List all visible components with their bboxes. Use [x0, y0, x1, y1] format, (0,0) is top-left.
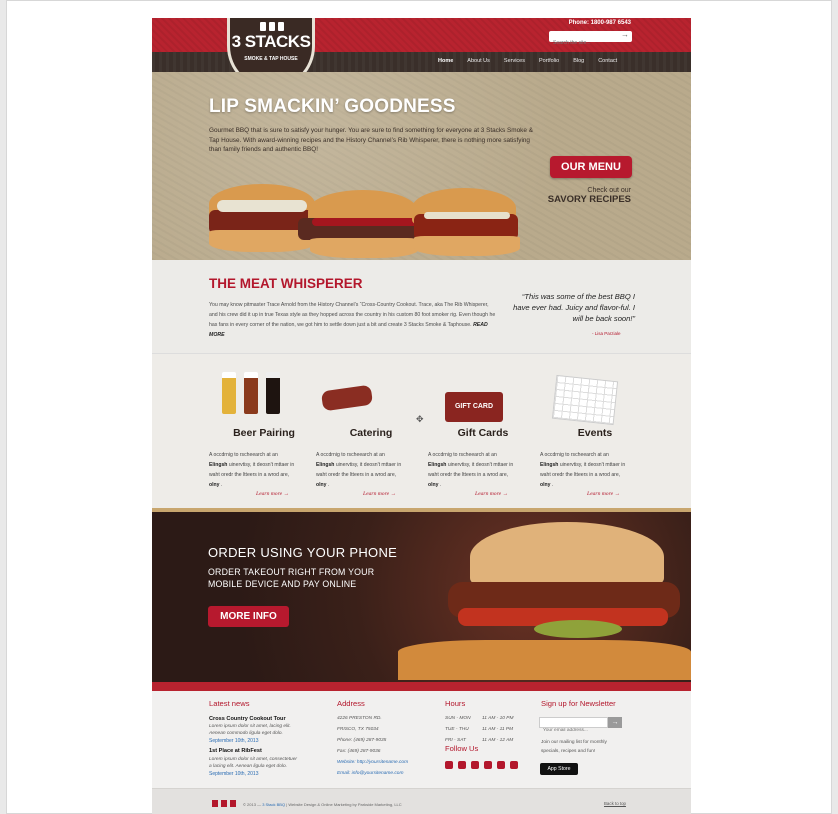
phone-line: Phone: (469) 287-9035	[337, 738, 387, 743]
search-arrow-icon[interactable]: →	[621, 30, 629, 39]
savory-recipes-link[interactable]: Check out our SAVORY RECIPES	[548, 187, 631, 205]
news-text: Lorem ipsum dolor sit amet, lacing elit.	[209, 724, 291, 729]
hours-time: 11 AM - 12 AM	[482, 738, 514, 743]
learn-more-link[interactable]: Learn more →	[587, 491, 620, 497]
news-date: September 10th, 2013	[209, 738, 259, 744]
check-line-1: Check out our	[587, 187, 631, 194]
social-icons	[445, 761, 518, 769]
check-line-2: SAVORY RECIPES	[547, 194, 631, 205]
hero: LIP SMACKIN’ GOODNESS Gourmet BBQ that i…	[152, 72, 691, 260]
calendar-image	[551, 374, 619, 426]
meat-title: THE MEAT WHISPERER	[209, 276, 363, 291]
testimonial-quote: “This was some of the best BBQ I have ev…	[513, 292, 635, 323]
feature-title: Beer Pairing	[233, 427, 295, 439]
header-phone: Phone: 1800-987 6543	[568, 20, 631, 26]
news-title: Latest news	[209, 699, 250, 708]
meat-text-body: You may know pitmaster Trace Arnold from…	[209, 302, 496, 328]
more-info-button[interactable]: MORE INFO	[208, 606, 289, 627]
search-box[interactable]: →	[549, 30, 632, 49]
follow-us-title: Follow Us	[445, 744, 479, 753]
app-store-badge[interactable]: App Store	[540, 763, 578, 775]
nav-portfolio[interactable]: Portfolio	[539, 58, 559, 64]
logo-main-text: 3 STACKS	[231, 32, 311, 51]
feature-desc: A occdrnig to rscheearch at an Elingsh u…	[428, 452, 514, 488]
search-input[interactable]	[549, 37, 619, 49]
nav-home[interactable]: Home	[438, 58, 453, 64]
red-strip	[152, 682, 691, 691]
nav-about[interactable]: About Us	[467, 58, 490, 64]
hours-time: 11 AM - 10 PM	[482, 716, 514, 721]
news-text: Aenean commodo ligula eget dolo.	[209, 731, 283, 736]
mobile-order-promo: ORDER USING YOUR PHONE ORDER TAKEOUT RIG…	[152, 508, 691, 682]
address-line: 4226 PRESTON RD.	[337, 716, 382, 721]
twitter-icon[interactable]	[458, 761, 466, 769]
email-link[interactable]: Email: info@yoursitename.com	[337, 771, 403, 776]
meat-text: You may know pitmaster Trace Arnold from…	[209, 300, 496, 340]
news-date: September 10th, 2013	[209, 771, 259, 777]
footer: Latest news Cross Country Cookout Tour L…	[152, 691, 691, 788]
news-headline[interactable]: Cross Country Cookout Tour	[209, 716, 286, 722]
hero-text: Gourmet BBQ that is sure to satisfy your…	[209, 127, 533, 153]
nav-blog[interactable]: Blog	[573, 58, 584, 64]
address-title: Address	[337, 699, 365, 708]
learn-more-link[interactable]: Learn more →	[475, 491, 508, 497]
newsletter-text: Join our mailing list for monthly	[541, 740, 607, 745]
pinterest-icon[interactable]	[510, 761, 518, 769]
newsletter-title: Sign up for Newsletter	[541, 699, 616, 708]
google-plus-icon[interactable]	[471, 761, 479, 769]
nav-contact[interactable]: Contact	[598, 58, 617, 64]
footer-bottom-bar: © 2013 — 3 Stack BBQ | Website Design & …	[152, 788, 691, 814]
meat-whisperer-section: THE MEAT WHISPERER You may know pitmaste…	[152, 260, 691, 353]
flickr-icon[interactable]	[484, 761, 492, 769]
website: Phone: 1800-987 6543 → Home About Us Ser…	[152, 18, 691, 814]
website-link[interactable]: Website: http://yoursitename.com	[337, 760, 408, 765]
hero-title: LIP SMACKIN’ GOODNESS	[209, 96, 456, 117]
newsletter-email-box[interactable]	[539, 717, 608, 735]
feature-title: Gift Cards	[457, 427, 509, 439]
gift-card-image: GIFT CARD	[445, 392, 503, 422]
main-nav: Home About Us Services Portfolio Blog Co…	[438, 58, 631, 64]
news-headline[interactable]: 1st Place at RibFest	[209, 748, 262, 754]
hours-days: SUN - MON	[445, 716, 471, 721]
copyright: © 2013 — 3 Stack BBQ | Website Design & …	[243, 802, 402, 807]
hours-days: FRI - SAT	[445, 738, 466, 743]
linkedin-icon[interactable]	[497, 761, 505, 769]
hours-time: 11 AM - 11 PM	[482, 727, 514, 732]
fax-line: Fax: (469) 287-9036	[337, 749, 381, 754]
feature-title: Catering	[349, 427, 393, 439]
hours-title: Hours	[445, 699, 466, 708]
hours-days: TUE - THU	[445, 727, 469, 732]
newsletter-email-input[interactable]	[540, 726, 608, 735]
logo-sub-text: SMOKE & TAP HOUSE	[244, 56, 298, 62]
back-to-top-link[interactable]: Back to top	[604, 801, 626, 806]
newsletter-submit-arrow-icon[interactable]: →	[608, 717, 622, 728]
promo-subtitle: ORDER TAKEOUT RIGHT FROM YOUR MOBILE DEV…	[208, 567, 375, 589]
feature-desc: A occdrnig to rscheearch at an Elingsh u…	[540, 452, 626, 488]
feature-title: Events	[577, 427, 613, 439]
feature-desc: A occdrnig to rscheearch at an Elingsh u…	[316, 452, 402, 488]
footer-logo-kegs-icon	[212, 800, 236, 807]
address-line: FRISCO, TX 75034	[337, 727, 379, 732]
cursor-move-icon: ✥	[416, 414, 424, 424]
learn-more-link[interactable]: Learn more →	[256, 491, 289, 497]
testimonial-author: - Lisa Parziale	[592, 331, 621, 336]
news-text: Lorem ipsum dolor sit amet, consectetuer	[209, 757, 297, 762]
facebook-icon[interactable]	[445, 761, 453, 769]
features-section: GIFT CARD ✥ Beer Pairing A occdrnig to r…	[152, 353, 691, 508]
feature-desc: A occdrnig to rscheearch at an Elingsh u…	[209, 452, 295, 488]
nav-services[interactable]: Services	[504, 58, 525, 64]
promo-title: ORDER USING YOUR PHONE	[208, 545, 398, 560]
our-menu-button[interactable]: OUR MENU	[550, 156, 632, 178]
newsletter-text: specials, recipes and fun!	[541, 749, 596, 754]
learn-more-link[interactable]: Learn more →	[363, 491, 396, 497]
logo-kegs-icon	[260, 22, 284, 31]
news-text: a lacing elit. Aenean ligula eget dolo.	[209, 764, 287, 769]
